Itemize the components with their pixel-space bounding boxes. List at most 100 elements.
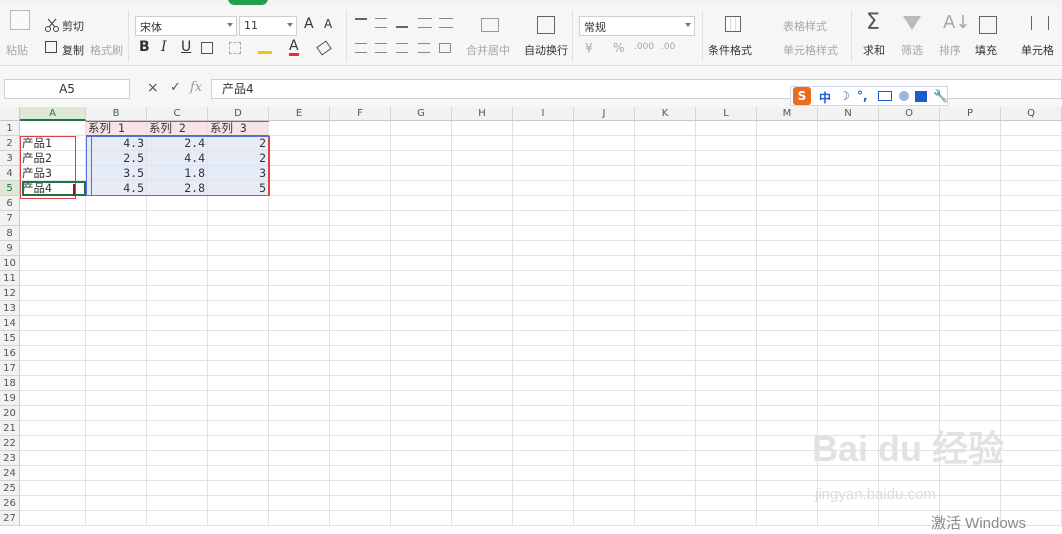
cell-k10[interactable]: [635, 256, 696, 271]
cell-k14[interactable]: [635, 316, 696, 331]
cell-p11[interactable]: [940, 271, 1001, 286]
cell-m24[interactable]: [757, 466, 818, 481]
cell-q12[interactable]: [1001, 286, 1062, 301]
cell-b8[interactable]: [86, 226, 147, 241]
cell-h9[interactable]: [452, 241, 513, 256]
keyboard-icon[interactable]: [878, 91, 892, 101]
cell-b10[interactable]: [86, 256, 147, 271]
cell-g25[interactable]: [391, 481, 452, 496]
cell-g12[interactable]: [391, 286, 452, 301]
cell-q7[interactable]: [1001, 211, 1062, 226]
cell-m18[interactable]: [757, 376, 818, 391]
merge-center-button[interactable]: 合并居中: [466, 42, 510, 58]
fill-color-icon[interactable]: [258, 42, 272, 54]
cell-a11[interactable]: [20, 271, 86, 286]
cell-h24[interactable]: [452, 466, 513, 481]
cell-e21[interactable]: [269, 421, 330, 436]
cell-m6[interactable]: [757, 196, 818, 211]
cell-e8[interactable]: [269, 226, 330, 241]
cell-o6[interactable]: [879, 196, 940, 211]
cell-q3[interactable]: [1001, 151, 1062, 166]
cell-c12[interactable]: [147, 286, 208, 301]
cell-n9[interactable]: [818, 241, 879, 256]
cell-f25[interactable]: [330, 481, 391, 496]
cell-l9[interactable]: [696, 241, 757, 256]
cell-n17[interactable]: [818, 361, 879, 376]
cell-e3[interactable]: [269, 151, 330, 166]
cell-c27[interactable]: [147, 511, 208, 526]
cell-h1[interactable]: [452, 121, 513, 136]
cell-f19[interactable]: [330, 391, 391, 406]
cell-j20[interactable]: [574, 406, 635, 421]
cell-g11[interactable]: [391, 271, 452, 286]
cell-b1[interactable]: 系列 1: [86, 121, 147, 136]
cell-e22[interactable]: [269, 436, 330, 451]
row-header-7[interactable]: 7: [0, 211, 20, 226]
cell-d6[interactable]: [208, 196, 269, 211]
cell-m16[interactable]: [757, 346, 818, 361]
cell-f23[interactable]: [330, 451, 391, 466]
cell-k16[interactable]: [635, 346, 696, 361]
cell-j2[interactable]: [574, 136, 635, 151]
row-header-1[interactable]: 1: [0, 121, 20, 136]
cell-q25[interactable]: [1001, 481, 1062, 496]
cell-q16[interactable]: [1001, 346, 1062, 361]
cell-c10[interactable]: [147, 256, 208, 271]
cell-i21[interactable]: [513, 421, 574, 436]
cell-g8[interactable]: [391, 226, 452, 241]
cell-f16[interactable]: [330, 346, 391, 361]
cell-q20[interactable]: [1001, 406, 1062, 421]
cell-e16[interactable]: [269, 346, 330, 361]
cell-a14[interactable]: [20, 316, 86, 331]
row-header-3[interactable]: 3: [0, 151, 20, 166]
cell-o17[interactable]: [879, 361, 940, 376]
cell-j8[interactable]: [574, 226, 635, 241]
cell-a21[interactable]: [20, 421, 86, 436]
cell-l21[interactable]: [696, 421, 757, 436]
cell-j9[interactable]: [574, 241, 635, 256]
row-header-25[interactable]: 25: [0, 481, 20, 496]
row-header-14[interactable]: 14: [0, 316, 20, 331]
cell-n1[interactable]: [818, 121, 879, 136]
column-header-g[interactable]: G: [391, 107, 452, 121]
cell-q10[interactable]: [1001, 256, 1062, 271]
cell-d20[interactable]: [208, 406, 269, 421]
sort-button[interactable]: 排序: [939, 42, 961, 58]
cell-b25[interactable]: [86, 481, 147, 496]
cell-a13[interactable]: [20, 301, 86, 316]
cell-b9[interactable]: [86, 241, 147, 256]
ime-punct-button[interactable]: °,: [857, 89, 868, 103]
wrench-icon[interactable]: 🔧: [933, 89, 948, 103]
cell-b24[interactable]: [86, 466, 147, 481]
cell-n4[interactable]: [818, 166, 879, 181]
format-painter-button[interactable]: 格式刷: [90, 42, 123, 58]
cell-q1[interactable]: [1001, 121, 1062, 136]
cell-b21[interactable]: [86, 421, 147, 436]
cell-b11[interactable]: [86, 271, 147, 286]
cell-h4[interactable]: [452, 166, 513, 181]
ime-moon-icon[interactable]: ☽: [839, 89, 850, 103]
cell-p3[interactable]: [940, 151, 1001, 166]
cell-n15[interactable]: [818, 331, 879, 346]
cell-e12[interactable]: [269, 286, 330, 301]
cell-g5[interactable]: [391, 181, 452, 196]
align-left-icon[interactable]: [355, 43, 367, 53]
cell-m1[interactable]: [757, 121, 818, 136]
cell-g10[interactable]: [391, 256, 452, 271]
cell-e6[interactable]: [269, 196, 330, 211]
filter-button[interactable]: 筛选: [901, 42, 923, 58]
cell-n19[interactable]: [818, 391, 879, 406]
cell-o8[interactable]: [879, 226, 940, 241]
cell-d17[interactable]: [208, 361, 269, 376]
cell-a15[interactable]: [20, 331, 86, 346]
cell-g1[interactable]: [391, 121, 452, 136]
cell-m25[interactable]: [757, 481, 818, 496]
cell-m10[interactable]: [757, 256, 818, 271]
cell-q6[interactable]: [1001, 196, 1062, 211]
cell-d3[interactable]: 2: [208, 151, 269, 166]
cell-e19[interactable]: [269, 391, 330, 406]
column-header-j[interactable]: J: [574, 107, 635, 121]
cell-j25[interactable]: [574, 481, 635, 496]
cell-q24[interactable]: [1001, 466, 1062, 481]
cell-j26[interactable]: [574, 496, 635, 511]
